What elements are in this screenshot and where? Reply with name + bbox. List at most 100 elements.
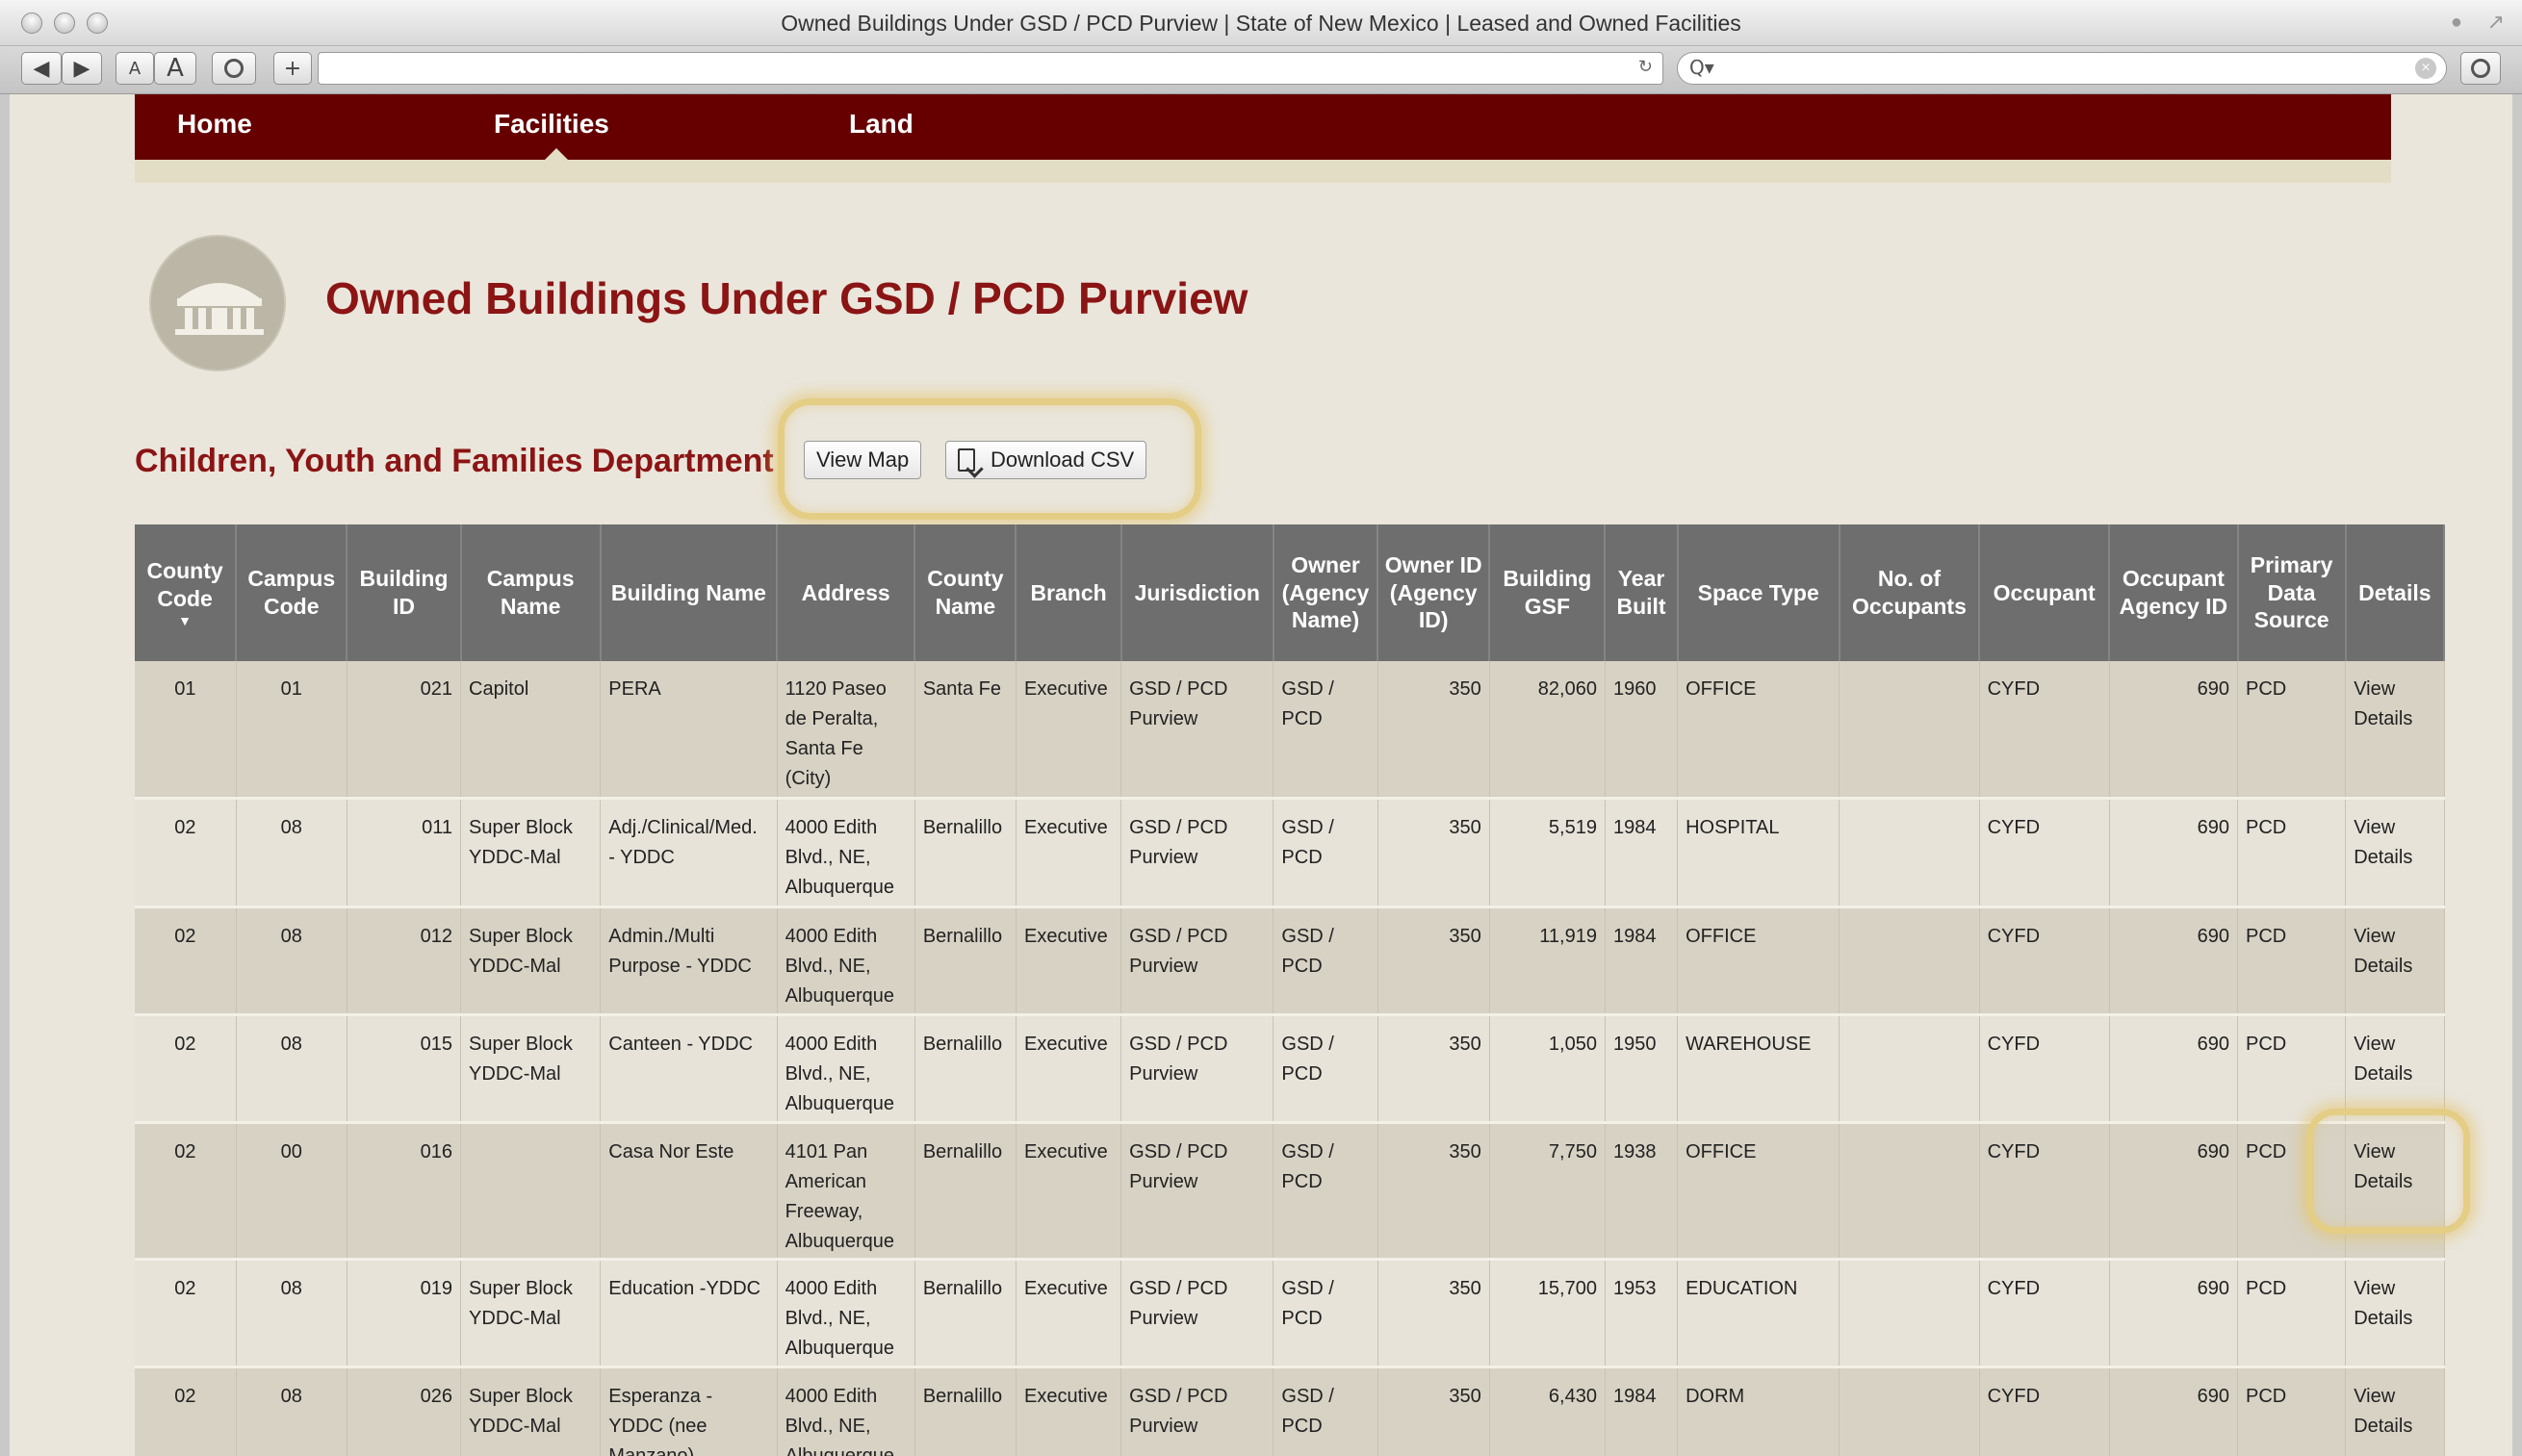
cell-county-name: Bernalillo <box>914 1259 1017 1368</box>
cell-county-code: 02 <box>135 1122 237 1261</box>
column-header-no-of-occupants[interactable]: No. of Occupants <box>1839 524 1981 661</box>
column-header-branch[interactable]: Branch <box>1016 524 1122 661</box>
column-header-occupant-agency-id[interactable]: Occupant Agency ID <box>2109 524 2239 661</box>
column-header-campus-code[interactable]: Campus Code <box>236 524 348 661</box>
column-header-building-id[interactable]: Building ID <box>347 524 462 661</box>
column-header-label: Building GSF <box>1503 566 1592 619</box>
cell-building-id: 015 <box>347 1014 462 1124</box>
cell-year-built: 1953 <box>1605 1259 1679 1368</box>
reload-icon[interactable]: ↻ <box>1638 57 1653 77</box>
view-details-link[interactable]: View Details <box>2354 1141 2412 1192</box>
column-header-occupant[interactable]: Occupant <box>1979 524 2111 661</box>
search-field[interactable]: Q▾ × <box>1677 52 2447 85</box>
forward-button[interactable]: ▶ <box>62 52 102 85</box>
cell-building-name: Casa Nor Este <box>600 1122 778 1261</box>
cell-building-gsf: 1,050 <box>1489 1014 1606 1124</box>
cell-address: 4101 Pan American Freeway, Albuquerque <box>777 1122 915 1261</box>
cell-county-code: 02 <box>135 798 237 908</box>
view-map-label: View Map <box>816 447 910 472</box>
download-icon <box>958 448 975 472</box>
column-header-county-code[interactable]: County Code ▼ <box>135 524 238 661</box>
cell-year-built: 1984 <box>1605 907 1679 1016</box>
view-map-button[interactable]: View Map <box>804 441 922 479</box>
fullscreen-icon[interactable]: ↗ <box>2487 10 2505 35</box>
table-row: 02 08 015 Super Block YDDC-Mal Canteen - YDD… <box>135 1014 2445 1124</box>
cell-campus-code: 08 <box>236 1259 347 1368</box>
clear-search-icon[interactable]: × <box>2415 58 2436 79</box>
cell-building-id: 011 <box>347 798 462 908</box>
view-details-link[interactable]: View Details <box>2354 817 2412 868</box>
cell-year-built: 1960 <box>1605 661 1679 800</box>
view-details-link[interactable]: View Details <box>2354 926 2412 977</box>
text-smaller-button[interactable]: A <box>116 52 154 85</box>
cell-jurisdiction: GSD / PCD Purview <box>1120 1014 1274 1124</box>
nav-home[interactable]: Home <box>177 109 252 140</box>
download-csv-button[interactable]: Download CSV <box>945 441 1147 479</box>
column-header-owner-id[interactable]: Owner ID (Agency ID) <box>1377 524 1491 661</box>
column-header-year-built[interactable]: Year Built <box>1605 524 1679 661</box>
column-header-jurisdiction[interactable]: Jurisdiction <box>1120 524 1274 661</box>
buildings-table: County Code ▼ Campus Code Building ID Campus… <box>135 524 2446 1456</box>
cell-space-type: OFFICE <box>1677 907 1840 1016</box>
column-header-label: Jurisdiction <box>1134 579 1260 605</box>
cell-occupant: CYFD <box>1979 1014 2110 1124</box>
cell-building-gsf: 5,519 <box>1489 798 1606 908</box>
view-details-link[interactable]: View Details <box>2354 1034 2412 1085</box>
cell-campus-code: 00 <box>236 1122 347 1261</box>
cell-building-name: Admin./Multi Purpose - YDDC <box>600 907 778 1016</box>
address-bar[interactable]: ↻ <box>318 52 1663 85</box>
sort-descending-icon[interactable]: ▼ <box>137 613 233 628</box>
column-header-space-type[interactable]: Space Type <box>1677 524 1840 661</box>
cell-year-built: 1950 <box>1605 1014 1679 1124</box>
cell-county-code: 02 <box>135 907 237 1016</box>
cell-county-name: Bernalillo <box>914 1367 1017 1456</box>
column-header-label: Building Name <box>610 579 766 605</box>
column-header-owner-agency-name[interactable]: Owner (Agency Name) <box>1273 524 1379 661</box>
cell-campus-name: Super Block YDDC-Mal <box>460 1014 602 1124</box>
column-header-county-name[interactable]: County Name <box>914 524 1017 661</box>
nav-land[interactable]: Land <box>849 109 914 140</box>
back-button[interactable]: ◀ <box>21 52 62 85</box>
downloads-button[interactable] <box>2460 52 2501 85</box>
cell-building-id: 026 <box>347 1367 462 1456</box>
cell-primary-data-source: PCD <box>2237 661 2347 800</box>
cell-building-name: Adj./Clinical/Med. - YDDC <box>600 798 778 908</box>
cell-building-gsf: 6,430 <box>1489 1367 1606 1456</box>
cell-jurisdiction: GSD / PCD Purview <box>1120 1259 1274 1368</box>
main-nav <box>135 94 2391 160</box>
details-cell: View Details <box>2345 1122 2445 1261</box>
column-header-label: Year Built <box>1616 566 1666 619</box>
cell-building-gsf: 82,060 <box>1489 661 1606 800</box>
column-header-campus-name[interactable]: Campus Name <box>460 524 602 661</box>
add-bookmark-button[interactable]: + <box>273 52 312 85</box>
downloads-icon <box>2471 59 2490 78</box>
column-header-label: Occupant <box>1993 579 2096 605</box>
cell-building-id: 021 <box>347 661 462 800</box>
column-header-details[interactable]: Details <box>2345 524 2446 661</box>
cell-address: 1120 Paseo de Peralta, Santa Fe (City) <box>777 661 915 800</box>
reader-button[interactable] <box>212 52 256 85</box>
cell-occupant-agency-id: 690 <box>2109 661 2239 800</box>
cell-occupant-agency-id: 690 <box>2109 1122 2239 1261</box>
column-header-address[interactable]: Address <box>777 524 916 661</box>
cell-county-name: Bernalillo <box>914 1122 1017 1261</box>
column-header-building-name[interactable]: Building Name <box>600 524 779 661</box>
nav-facilities[interactable]: Facilities <box>494 109 609 140</box>
cell-campus-name: Super Block YDDC-Mal <box>460 1259 602 1368</box>
column-header-building-gsf[interactable]: Building GSF <box>1489 524 1607 661</box>
view-details-link[interactable]: View Details <box>2354 1386 2412 1437</box>
column-header-label: Details <box>2358 579 2432 605</box>
cell-owner-id: 350 <box>1377 661 1490 800</box>
table-header-row: County Code ▼ Campus Code Building ID Campus… <box>135 524 2446 661</box>
text-larger-button[interactable]: A <box>154 52 196 85</box>
details-cell: View Details <box>2345 1259 2445 1368</box>
column-header-primary-data-source[interactable]: Primary Data Source <box>2237 524 2347 661</box>
cell-building-id: 012 <box>347 907 462 1016</box>
active-nav-indicator <box>545 148 568 160</box>
view-details-link[interactable]: View Details <box>2354 678 2412 729</box>
cell-occupant: CYFD <box>1979 798 2110 908</box>
view-details-link[interactable]: View Details <box>2354 1278 2412 1329</box>
cell-branch: Executive <box>1016 1014 1122 1124</box>
cell-no-of-occupants <box>1839 1367 1980 1456</box>
cell-jurisdiction: GSD / PCD Purview <box>1120 1367 1274 1456</box>
